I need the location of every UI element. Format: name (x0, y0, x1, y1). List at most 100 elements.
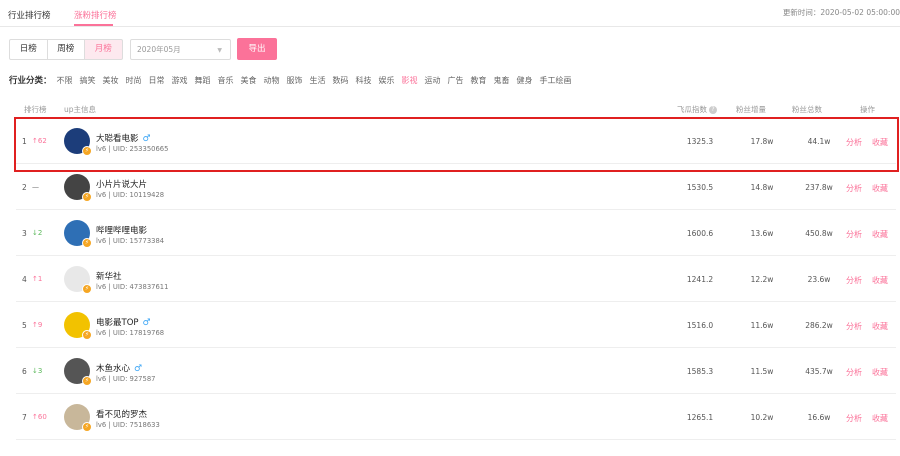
category-item[interactable]: 日常 (149, 75, 165, 86)
category-item[interactable]: 音乐 (218, 75, 234, 86)
feigua-index: 1241.2 (686, 275, 714, 284)
category-label: 行业分类： (9, 76, 52, 86)
category-item[interactable]: 娱乐 (379, 75, 395, 86)
header-index: 飞瓜指数? (677, 104, 717, 115)
category-item[interactable]: 不限 (57, 75, 73, 86)
top-tab-bar: 行业排行榜 涨粉排行榜 更新时间：2020-05-02 05:00:00 (0, 0, 900, 27)
level: lv6 (96, 421, 107, 429)
analyze-link[interactable]: 分析 (846, 275, 862, 286)
category-item[interactable]: 运动 (425, 75, 441, 86)
month-select[interactable]: 2020年05月 ▼ (130, 39, 231, 60)
up-name-text[interactable]: 哔哩哔哩电影 (96, 226, 147, 236)
header-index-label: 飞瓜指数 (677, 105, 707, 114)
table-row: 3 ↓2 ⚡ 哔哩哔哩电影 lv6 | UID: 15773384 1600.6 13.6w… (16, 210, 896, 256)
active-tab-underline (74, 24, 113, 26)
category-item[interactable]: 美食 (241, 75, 257, 86)
rank-number: 4 (22, 275, 27, 284)
category-item[interactable]: 影视 (402, 75, 418, 86)
up-name[interactable]: 电影最TOP ♂ (96, 316, 151, 328)
fans-growth: 12.2w (750, 275, 774, 284)
up-name-text[interactable]: 看不见的罗杰 (96, 410, 147, 420)
table-row: 5 ↑9 ⚡ 电影最TOP ♂ lv6 | UID: 17819768 1516.0 11.6… (16, 302, 896, 348)
fans-growth: 11.5w (750, 367, 774, 376)
weekly-tab[interactable]: 周榜 (46, 39, 85, 60)
favorite-link[interactable]: 收藏 (872, 321, 888, 332)
level: lv6 (96, 237, 107, 245)
rank-change: ↓2 (32, 229, 43, 237)
fans-total: 23.6w (807, 275, 831, 284)
level: lv6 (96, 329, 107, 337)
category-item[interactable]: 手工绘画 (540, 75, 572, 86)
favorite-link[interactable]: 收藏 (872, 229, 888, 240)
monthly-tab[interactable]: 月榜 (84, 39, 123, 60)
header-rank: 排行榜 (24, 105, 47, 114)
daily-tab[interactable]: 日榜 (9, 39, 48, 60)
category-item[interactable]: 数码 (333, 75, 349, 86)
category-item[interactable]: 健身 (517, 75, 533, 86)
fans-total: 16.6w (807, 413, 831, 422)
up-meta: lv6 | UID: 473837611 (96, 283, 169, 291)
category-item[interactable]: 广告 (448, 75, 464, 86)
up-name-text[interactable]: 木鱼水心 (96, 364, 130, 374)
favorite-link[interactable]: 收藏 (872, 275, 888, 286)
analyze-link[interactable]: 分析 (846, 367, 862, 378)
category-item[interactable]: 教育 (471, 75, 487, 86)
highlight-box (14, 117, 899, 172)
level: lv6 (96, 283, 107, 291)
analyze-link[interactable]: 分析 (846, 183, 862, 194)
category-item[interactable]: 搞笑 (80, 75, 96, 86)
up-name[interactable]: 新华社 (96, 270, 122, 282)
analyze-link[interactable]: 分析 (846, 321, 862, 332)
fans-total: 450.8w (805, 229, 833, 238)
favorite-link[interactable]: 收藏 (872, 183, 888, 194)
favorite-link[interactable]: 收藏 (872, 367, 888, 378)
tab-industry-ranking[interactable]: 行业排行榜 (8, 9, 51, 21)
feigua-index: 1265.1 (686, 413, 714, 422)
fans-growth: 11.6w (750, 321, 774, 330)
rank-change: ↑9 (32, 321, 43, 329)
rank-number: 7 (22, 413, 27, 422)
category-item[interactable]: 鬼畜 (494, 75, 510, 86)
favorite-link[interactable]: 收藏 (872, 413, 888, 424)
up-name[interactable]: 哔哩哔哩电影 (96, 224, 147, 236)
category-item[interactable]: 美妆 (103, 75, 119, 86)
fans-growth: 14.8w (750, 183, 774, 192)
rank-number: 3 (22, 229, 27, 238)
category-item[interactable]: 动物 (264, 75, 280, 86)
up-name-text[interactable]: 小片片说大片 (96, 180, 147, 190)
category-item[interactable]: 生活 (310, 75, 326, 86)
category-item[interactable]: 时尚 (126, 75, 142, 86)
feigua-index: 1516.0 (686, 321, 714, 330)
verified-badge-icon: ⚡ (82, 192, 92, 202)
export-button[interactable]: 导出 (237, 38, 277, 60)
feigua-index: 1585.3 (686, 367, 714, 376)
uid: UID: 15773384 (112, 237, 165, 245)
fans-total: 286.2w (805, 321, 833, 330)
up-meta: lv6 | UID: 15773384 (96, 237, 165, 245)
category-item[interactable]: 游戏 (172, 75, 188, 86)
up-name[interactable]: 看不见的罗杰 (96, 408, 147, 420)
category-item[interactable]: 舞蹈 (195, 75, 211, 86)
tab-rising-ranking[interactable]: 涨粉排行榜 (74, 9, 117, 21)
category-item[interactable]: 服饰 (287, 75, 303, 86)
verified-badge-icon: ⚡ (82, 284, 92, 294)
rank-change: ↓3 (32, 367, 43, 375)
analyze-link[interactable]: 分析 (846, 413, 862, 424)
category-item[interactable]: 科技 (356, 75, 372, 86)
uid: UID: 10119428 (112, 191, 165, 199)
up-name-text[interactable]: 电影最TOP (96, 318, 139, 328)
male-icon: ♂ (134, 364, 143, 374)
fans-total: 237.8w (805, 183, 833, 192)
table-row: 7 ↑60 ⚡ 看不见的罗杰 lv6 | UID: 7518633 1265.1 10.2w… (16, 394, 896, 440)
help-icon[interactable]: ? (709, 106, 717, 114)
uid: UID: 17819768 (112, 329, 165, 337)
analyze-link[interactable]: 分析 (846, 229, 862, 240)
up-name[interactable]: 木鱼水心 ♂ (96, 362, 142, 374)
chevron-down-icon: ▼ (217, 47, 222, 54)
up-name[interactable]: 小片片说大片 (96, 178, 147, 190)
uid: UID: 7518633 (112, 421, 160, 429)
fans-growth: 13.6w (750, 229, 774, 238)
up-name-text[interactable]: 新华社 (96, 272, 122, 282)
fans-growth: 10.2w (750, 413, 774, 422)
feigua-index: 1530.5 (686, 183, 714, 192)
